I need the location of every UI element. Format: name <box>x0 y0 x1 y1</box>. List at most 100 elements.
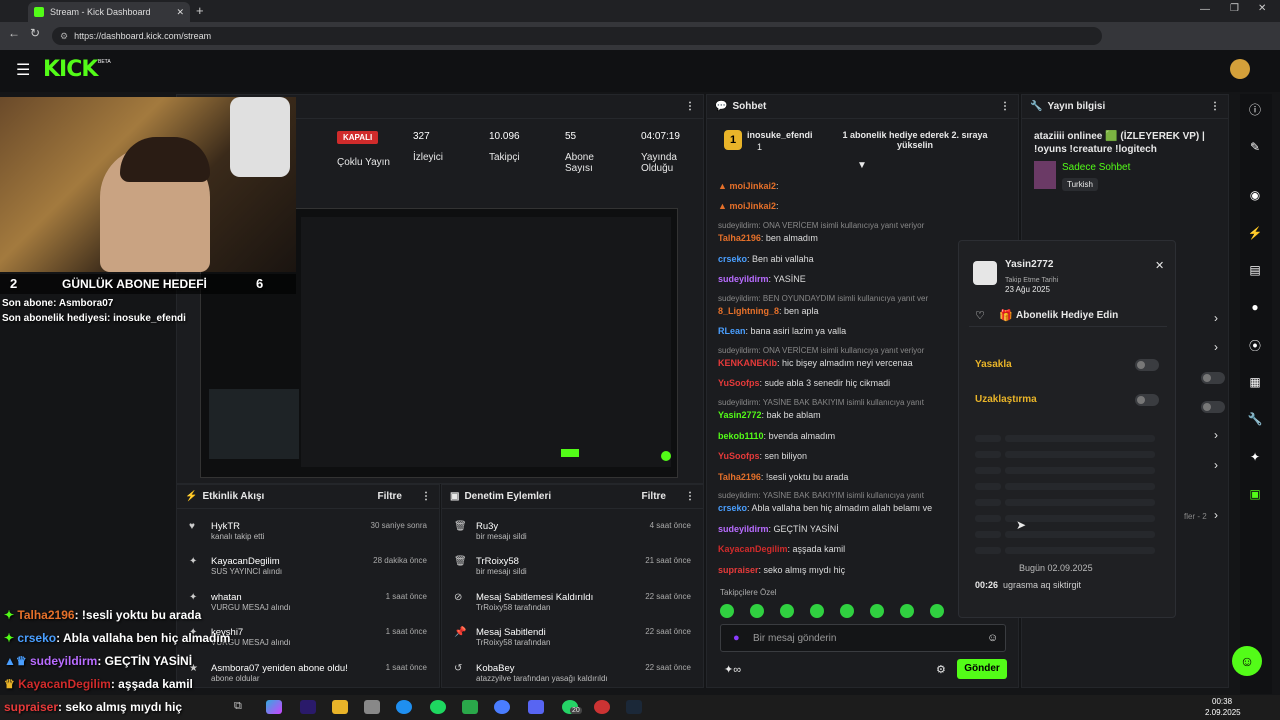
emote-icon[interactable] <box>930 604 944 618</box>
toggle-switch[interactable] <box>1201 401 1225 413</box>
popup-username[interactable]: Yasin2772 <box>1005 259 1053 270</box>
chevron-right-icon[interactable]: › <box>1214 458 1218 472</box>
more-icon[interactable]: ⋮ <box>1210 101 1220 112</box>
heart-icon[interactable]: ♡ <box>975 309 985 322</box>
discord-icon[interactable] <box>528 700 544 714</box>
help-chat-button[interactable]: ☺ <box>1232 646 1262 676</box>
premiere-icon[interactable] <box>300 700 316 714</box>
chat-message[interactable]: ▲ moiJinkai2: <box>718 201 778 211</box>
back-icon[interactable]: ← <box>8 26 20 40</box>
chat-message[interactable]: sudeyildirm: YASİNE <box>718 274 806 284</box>
collapse-icon[interactable]: ▼ <box>857 160 867 171</box>
close-window-icon[interactable]: ✕ <box>1258 3 1266 14</box>
chat-input[interactable]: ● Bir mesaj gönderin ☺ <box>720 624 1006 652</box>
chat-message[interactable]: supraiser: seko almış mıydı hiç <box>718 565 845 575</box>
chat-message[interactable]: KENKANEKib: hic bişey almadım neyi verce… <box>718 358 913 368</box>
reload-icon[interactable]: ↻ <box>30 26 40 40</box>
moderation-filter-button[interactable]: Filtre <box>642 491 666 502</box>
spotify-icon[interactable] <box>430 700 446 714</box>
browser-tab[interactable]: Stream - Kick Dashboard ✕ <box>28 2 190 22</box>
emote-icon[interactable] <box>750 604 764 618</box>
activity-filter-button[interactable]: Filtre <box>378 491 402 502</box>
bolt-icon[interactable]: ⚡ <box>1240 222 1270 244</box>
kicks-icon[interactable]: ✦ <box>1240 446 1270 468</box>
chat-bubble-icon[interactable]: ● <box>1240 296 1270 318</box>
activity-item[interactable]: ★ Asmbora07 yeniden abone oldu! abone oldu… <box>177 663 439 683</box>
emote-icon[interactable] <box>810 604 824 618</box>
emote-icon[interactable] <box>720 604 734 618</box>
broadcast-icon[interactable]: ⦿ <box>1240 334 1270 356</box>
chat-message[interactable]: YuSoofps: sen biliyon <box>718 451 807 461</box>
pencil-icon[interactable]: ✎ <box>1240 136 1270 158</box>
layout-icon[interactable]: ▦ <box>1240 371 1270 393</box>
activity-item[interactable]: ✦ KayacanDegilim SUS YAYINCI alındı 28 daki… <box>177 556 439 576</box>
moderation-item[interactable]: ⊘ Mesaj Sabitlemesi Kaldırıldı TrRoixy58 t… <box>442 592 703 612</box>
info-icon[interactable]: ⓘ <box>1240 98 1270 120</box>
menu-icon[interactable]: ☰ <box>16 60 30 80</box>
activity-item[interactable]: ♥ HykTR kanalı takip etti 30 saniye sonra <box>177 521 439 541</box>
kick-logo[interactable]: KICK <box>43 57 98 82</box>
new-tab-icon[interactable]: + <box>196 3 204 18</box>
chevron-right-icon[interactable]: › <box>1214 340 1218 354</box>
app-icon[interactable] <box>364 700 380 714</box>
more-icon[interactable]: ⋮ <box>1000 101 1010 112</box>
close-tab-icon[interactable]: ✕ <box>176 7 184 18</box>
chat-message[interactable]: RLean: bana asiri lazim ya valla <box>718 326 846 336</box>
chat-message[interactable]: YuSoofps: sude abla 3 senedir hiç cikmad… <box>718 378 890 388</box>
camera-icon[interactable]: ◉ <box>1240 184 1270 206</box>
file-explorer-icon[interactable] <box>332 700 348 714</box>
chat-message[interactable]: bekob1110: bvenda almadım <box>718 431 835 441</box>
emote-icon[interactable] <box>870 604 884 618</box>
emote-icon[interactable] <box>840 604 854 618</box>
chevron-right-icon[interactable]: › <box>1214 508 1218 522</box>
timeout-toggle[interactable] <box>1135 394 1159 406</box>
emoji-icon[interactable]: ☺ <box>987 632 998 644</box>
chat-message[interactable]: sudeyildirm: GEÇTİN YASİNİ <box>718 524 839 534</box>
toggle-switch[interactable] <box>1201 372 1225 384</box>
more-icon[interactable]: ⋮ <box>421 491 431 502</box>
moderation-item[interactable]: 📌 Mesaj Sabitlendi TrRoixy58 tarafından 22 … <box>442 627 703 647</box>
obs-icon[interactable] <box>594 700 610 714</box>
send-button[interactable]: Gönder <box>957 659 1007 679</box>
moderation-item[interactable]: 🗑 Ru3y bir mesajı sildi 4 saat önce <box>442 521 703 541</box>
document-icon[interactable]: ▤ <box>1240 259 1270 281</box>
chat-message[interactable]: crseko: Ben abi vallaha <box>718 254 814 264</box>
tools-icon[interactable]: 🔧 <box>1240 408 1270 430</box>
more-icon[interactable]: ⋮ <box>685 491 695 502</box>
gear-icon[interactable]: ⚙ <box>936 663 946 676</box>
ban-toggle[interactable] <box>1135 359 1159 371</box>
edge-icon[interactable] <box>396 700 412 714</box>
copilot-icon[interactable] <box>266 700 282 714</box>
site-info-icon[interactable]: ⚙ <box>60 31 68 42</box>
maximize-icon[interactable]: ❐ <box>1230 3 1239 14</box>
chevron-right-icon[interactable]: › <box>1214 311 1218 325</box>
followers-value: 10.096 <box>489 131 520 142</box>
moderation-item[interactable]: 🗑 TrRoixy58 bir mesajı sildi 21 saat önce <box>442 556 703 576</box>
chat-message[interactable]: ▲ moiJinkai2: <box>718 181 778 191</box>
moderation-item[interactable]: ↺ KobaBey atazzyilve tarafından yasağı kal… <box>442 663 703 683</box>
app-icon[interactable] <box>494 700 510 714</box>
chat-message[interactable]: crseko: Abla vallaha ben hiç almadım all… <box>718 503 932 513</box>
activity-item[interactable]: ✦ whatan VURGU MESAJ alındı 1 saat önce <box>177 592 439 612</box>
chat-message[interactable]: 8_Lightning_8: ben apla <box>718 306 819 316</box>
chat-message[interactable]: Yasin2772: bak be ablam <box>718 410 821 420</box>
chat-message[interactable]: Talha2196: !sesli yoktu bu arada <box>718 472 848 482</box>
emote-icon[interactable] <box>900 604 914 618</box>
app-icon[interactable] <box>462 700 478 714</box>
chat-message[interactable]: KayacanDegilim: aşşada kamil <box>718 544 845 554</box>
url-field[interactable]: ⚙ https://dashboard.kick.com/stream <box>52 27 1102 45</box>
avatar[interactable] <box>1230 59 1250 79</box>
category-name[interactable]: Sadece Sohbet <box>1062 162 1130 173</box>
close-icon[interactable]: ✕ <box>1155 259 1164 272</box>
minimize-icon[interactable]: — <box>1200 4 1210 15</box>
clapper-icon[interactable]: ▣ <box>1240 483 1270 505</box>
emote-icon[interactable] <box>780 604 794 618</box>
gift-sub-button[interactable]: ♡ 🎁 Abonelik Hediye Edin <box>969 305 1167 327</box>
chat-message[interactable]: Talha2196: ben almadım <box>718 233 818 243</box>
chevron-right-icon[interactable]: › <box>1214 428 1218 442</box>
task-view-icon[interactable]: ⧉ <box>234 700 242 713</box>
more-icon[interactable]: ⋮ <box>685 101 695 112</box>
kicks-icon[interactable]: ✦∞ <box>724 663 741 676</box>
pinned-user[interactable]: inosuke_efendi <box>747 130 813 140</box>
steam-icon[interactable] <box>626 700 642 714</box>
